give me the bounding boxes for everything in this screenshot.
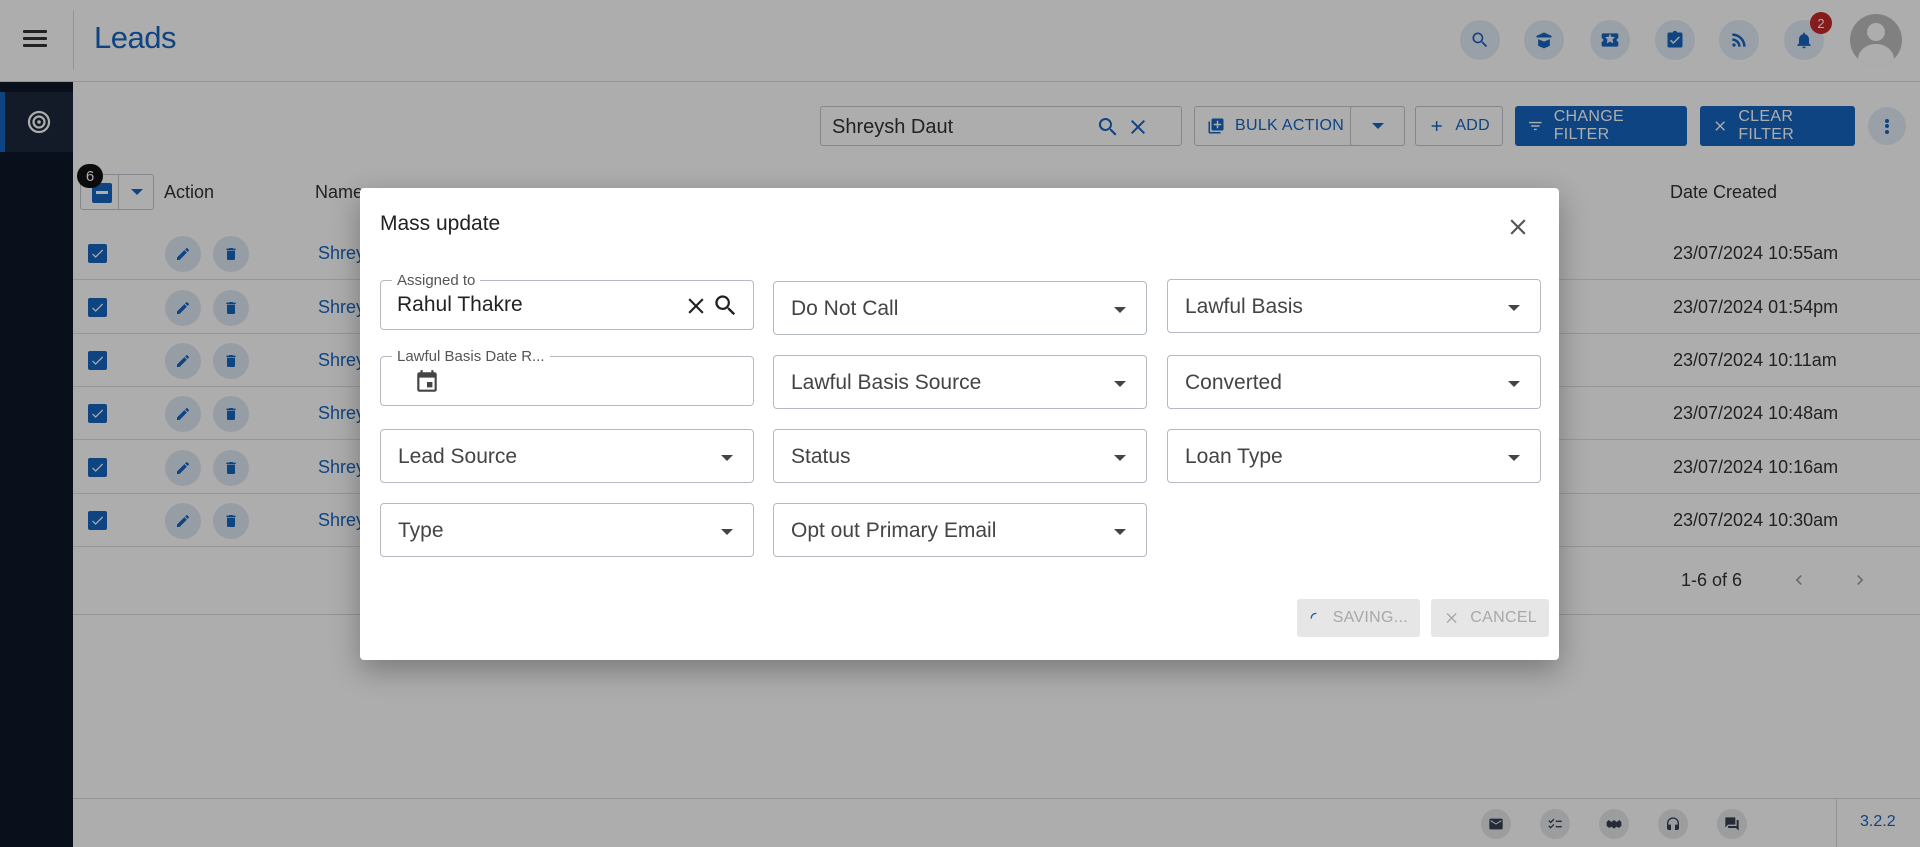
type-label: Type — [398, 519, 444, 542]
loan-type-label: Loan Type — [1185, 445, 1283, 468]
chevron-down-icon — [1114, 381, 1126, 387]
chevron-down-icon — [1114, 307, 1126, 313]
spinner-icon — [1310, 612, 1317, 619]
do-not-call-select[interactable]: Do Not Call — [773, 281, 1147, 335]
close-icon — [1446, 612, 1457, 624]
assigned-to-field[interactable]: Assigned to Rahul Thakre — [380, 272, 754, 330]
chevron-down-icon — [1114, 455, 1126, 461]
chevron-down-icon — [721, 455, 733, 461]
close-icon[interactable] — [1505, 214, 1531, 240]
chevron-down-icon — [721, 529, 733, 535]
do-not-call-label: Do Not Call — [791, 297, 899, 320]
lawful-basis-date-label: Lawful Basis Date R... — [392, 348, 550, 365]
opt-out-primary-email-select[interactable]: Opt out Primary Email — [773, 503, 1147, 557]
status-label: Status — [791, 445, 851, 468]
loan-type-select[interactable]: Loan Type — [1167, 429, 1541, 483]
chevron-down-icon — [1114, 529, 1126, 535]
clear-icon[interactable] — [683, 293, 709, 319]
status-select[interactable]: Status — [773, 429, 1147, 483]
dialog-title: Mass update — [380, 212, 501, 235]
chevron-down-icon — [1508, 305, 1520, 311]
type-select[interactable]: Type — [380, 503, 754, 557]
cancel-button[interactable]: CANCEL — [1431, 599, 1549, 637]
chevron-down-icon — [1508, 455, 1520, 461]
search-icon[interactable] — [712, 292, 739, 319]
cancel-label: CANCEL — [1470, 609, 1537, 626]
lawful-basis-select[interactable]: Lawful Basis — [1167, 279, 1541, 333]
lawful-basis-date-field[interactable]: Lawful Basis Date R... — [380, 348, 754, 406]
lead-source-select[interactable]: Lead Source — [380, 429, 754, 483]
converted-select[interactable]: Converted — [1167, 355, 1541, 409]
lawful-basis-source-select[interactable]: Lawful Basis Source — [773, 355, 1147, 409]
assigned-to-value: Rahul Thakre — [397, 293, 523, 316]
chevron-down-icon — [1508, 381, 1520, 387]
lawful-basis-label: Lawful Basis — [1185, 295, 1303, 318]
assigned-to-label: Assigned to — [392, 272, 481, 289]
saving-label: SAVING... — [1332, 609, 1408, 626]
opt-out-primary-email-label: Opt out Primary Email — [791, 519, 997, 542]
lead-source-label: Lead Source — [398, 445, 518, 468]
converted-label: Converted — [1185, 371, 1282, 394]
saving-button[interactable]: SAVING... — [1297, 599, 1420, 637]
mass-update-dialog: Mass update Assigned to Rahul Thakre Do … — [360, 188, 1559, 660]
lawful-basis-source-label: Lawful Basis Source — [791, 371, 982, 394]
calendar-icon[interactable] — [414, 369, 440, 395]
